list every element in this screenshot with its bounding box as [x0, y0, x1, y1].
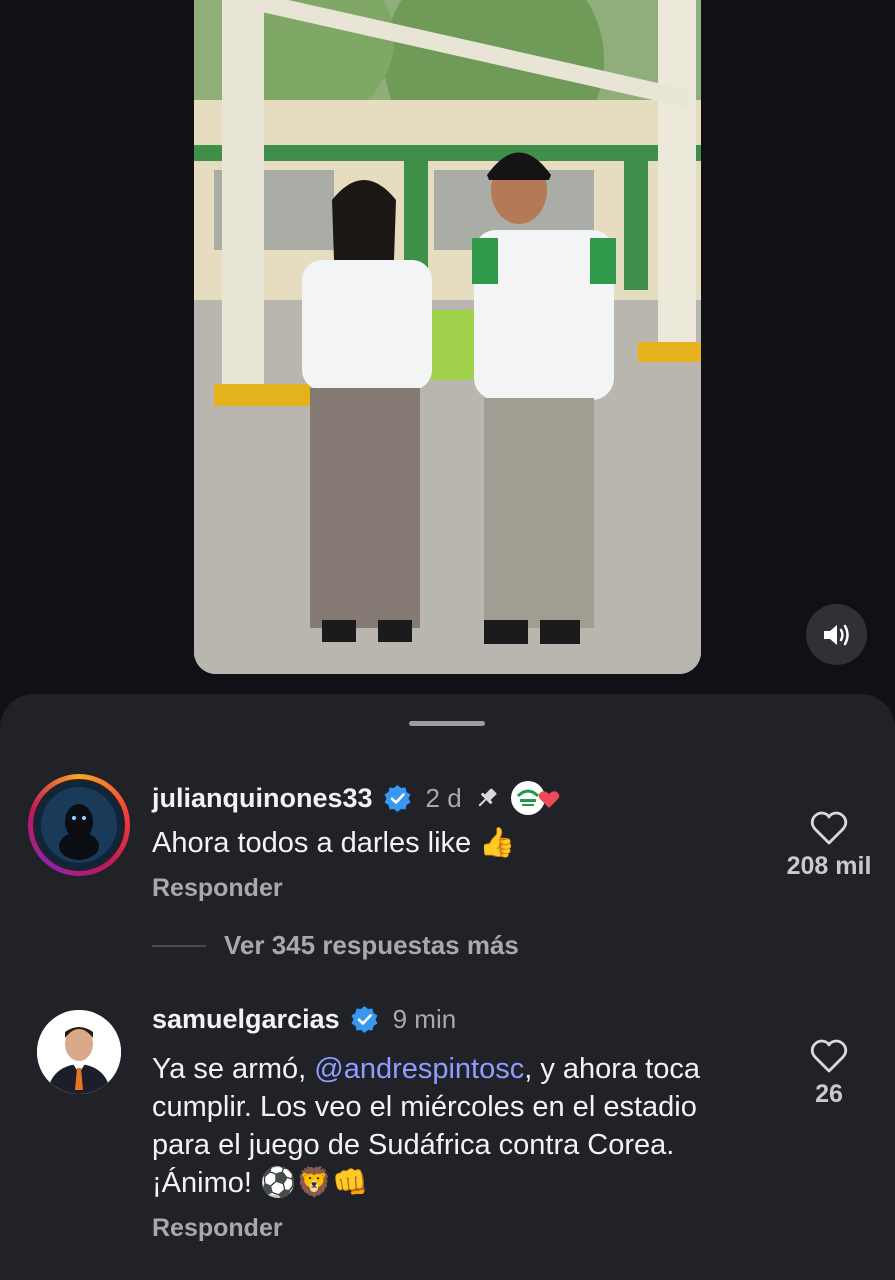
like-control: 26	[774, 1038, 884, 1109]
pin-icon	[474, 785, 500, 811]
panther-avatar-image	[36, 782, 122, 868]
like-count: 208 mil	[786, 852, 872, 880]
verified-badge-icon	[350, 1005, 379, 1034]
heart-outline-icon[interactable]	[809, 810, 849, 846]
sheet-drag-handle[interactable]	[409, 721, 485, 726]
mute-toggle-button[interactable]	[806, 604, 867, 665]
comment-meta: julianquinones33 2 d	[152, 778, 562, 818]
instagram-comments-screen: julianquinones33 2 d Ahora todos a darle…	[0, 0, 895, 1280]
video-frame-illustration	[194, 0, 701, 674]
verified-badge-icon	[383, 784, 412, 813]
creator-liked-badge	[510, 778, 562, 818]
comments-sheet: julianquinones33 2 d Ahora todos a darle…	[0, 694, 895, 1280]
video-preview[interactable]	[194, 0, 701, 674]
heart-outline-icon[interactable]	[809, 1038, 849, 1074]
man-in-suit-avatar-image	[37, 1010, 121, 1094]
comment-text: Ya se armó, @andrespintosc, y ahora toca…	[152, 1050, 762, 1202]
comment-text-start: Ya se armó,	[152, 1053, 315, 1085]
creator-avatar-heart-icon	[510, 781, 559, 815]
comment-text: Ahora todos a darles like 👍	[152, 827, 516, 859]
view-more-replies-label[interactable]: Ver 345 respuestas más	[224, 930, 519, 961]
like-control: 208 mil	[774, 810, 884, 881]
avatar-story-ring[interactable]	[28, 774, 130, 876]
reply-button[interactable]: Responder	[152, 1214, 283, 1243]
comment-meta: samuelgarcias 9 min	[152, 1004, 456, 1035]
view-more-replies[interactable]: Ver 345 respuestas más	[152, 930, 519, 961]
mention-link[interactable]: @andrespintosc	[314, 1053, 524, 1085]
like-count: 26	[815, 1080, 843, 1108]
reply-button[interactable]: Responder	[152, 874, 283, 903]
comment-time: 2 d	[425, 782, 462, 813]
comment-time: 9 min	[392, 1004, 457, 1034]
comment-username[interactable]: samuelgarcias	[152, 1004, 340, 1035]
comment-username[interactable]: julianquinones33	[152, 783, 373, 814]
replies-divider-line	[152, 944, 206, 947]
avatar[interactable]	[37, 1010, 121, 1094]
avatar	[36, 782, 122, 868]
avatar-border	[33, 779, 125, 871]
speaker-volume-icon	[823, 624, 849, 645]
